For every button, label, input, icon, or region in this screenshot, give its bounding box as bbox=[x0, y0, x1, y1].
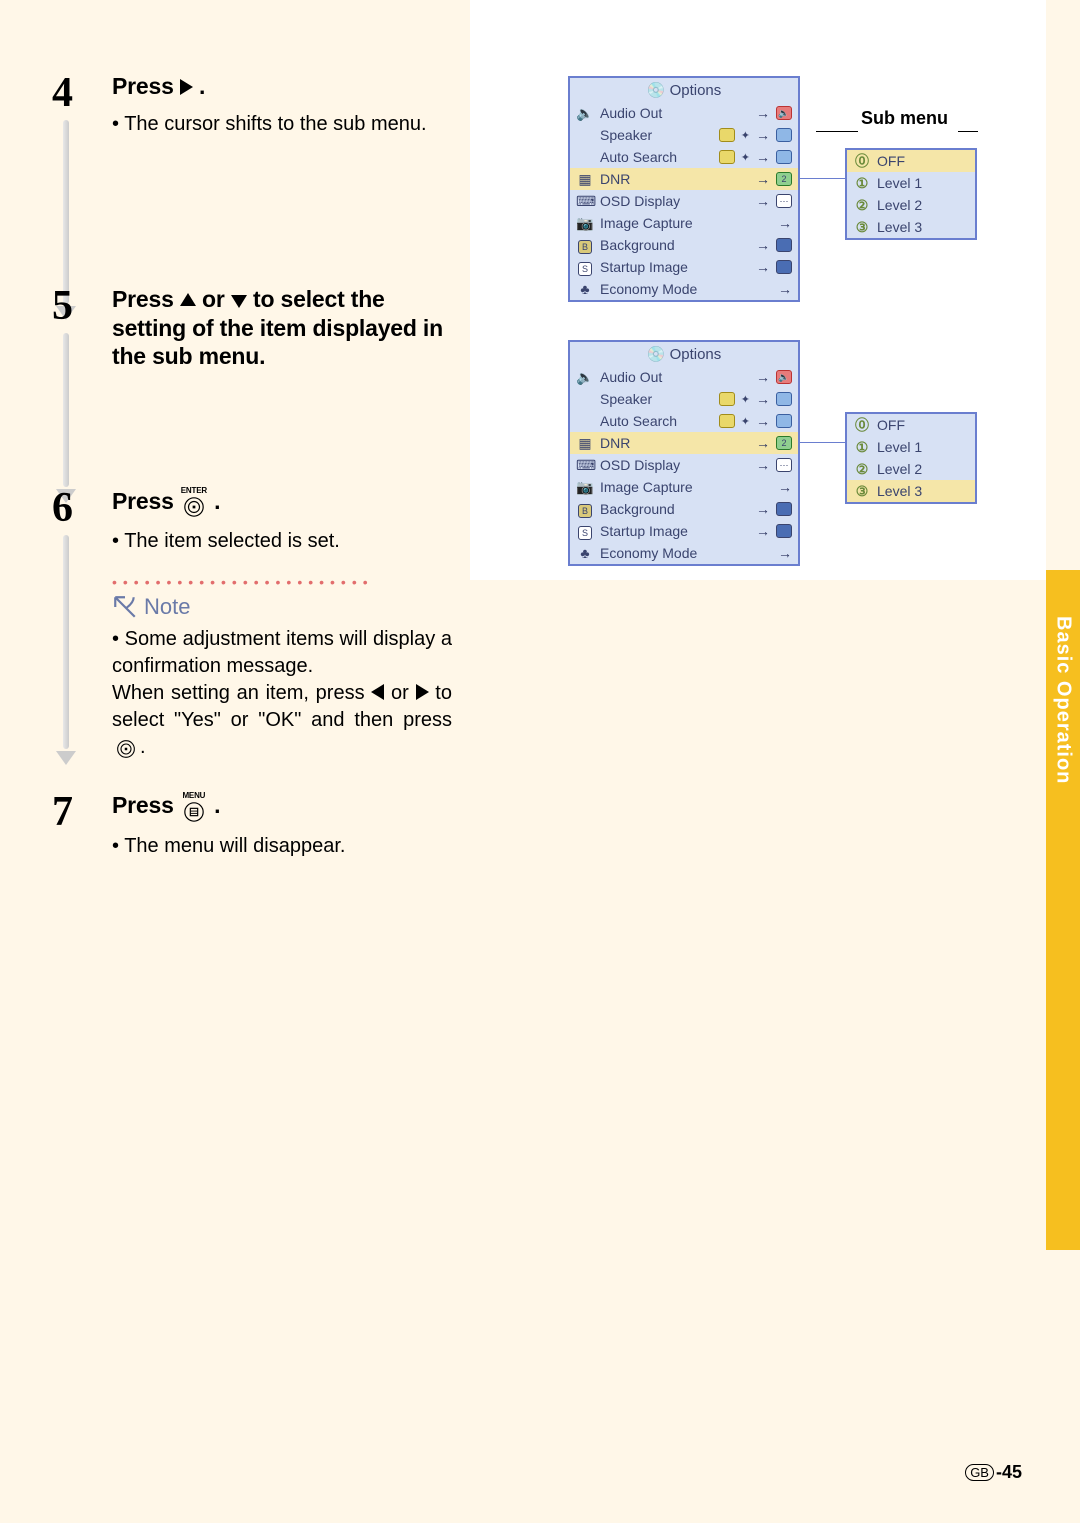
sub-menu-row: ②Level 2 bbox=[847, 194, 975, 216]
step-7-title-pre: Press bbox=[112, 792, 180, 818]
osd-row: ♣Economy Mode→ bbox=[570, 542, 798, 564]
step-5-number: 5 bbox=[52, 285, 108, 327]
step-5-number-wrap: 5 bbox=[52, 285, 108, 371]
step-6-title-pre: Press bbox=[112, 488, 180, 514]
step-4-title-pre: Press bbox=[112, 73, 180, 99]
osd-row: ▦DNR→2 bbox=[570, 168, 798, 190]
enter-button-icon: ENTER bbox=[180, 487, 208, 518]
sub-menu-line-left bbox=[816, 131, 858, 132]
osd-panel-bottom: 💿 Options 🔈Audio Out→🔈Speaker✦→Auto Sear… bbox=[568, 340, 800, 566]
note-body: Some adjustment items will display a con… bbox=[112, 626, 452, 761]
step-6-number-wrap: 6 bbox=[52, 487, 108, 761]
sub-menu-row: ③Level 3 bbox=[847, 216, 975, 238]
osd-panel-top: 💿 Options 🔈Audio Out→🔈Speaker✦→Auto Sear… bbox=[568, 76, 800, 302]
sub-panel-bottom: ⓪OFF①Level 1②Level 2③Level 3 bbox=[845, 412, 977, 504]
osd-row: 🔈Audio Out→🔈 bbox=[570, 102, 798, 124]
step-5-title-mid: or bbox=[196, 286, 231, 312]
step-7: 7 Press MENU . The menu will disappear. bbox=[52, 761, 452, 858]
osd-row: SStartup Image→ bbox=[570, 256, 798, 278]
step-7-number-wrap: 7 bbox=[52, 791, 108, 858]
enter-label: ENTER bbox=[180, 487, 208, 495]
step-6-number: 6 bbox=[52, 487, 108, 529]
step-4-number: 4 bbox=[52, 72, 108, 114]
osd-title-top-text: Options bbox=[670, 82, 722, 99]
left-arrow-icon bbox=[371, 684, 384, 700]
osd-row: Auto Search✦→ bbox=[570, 146, 798, 168]
manual-page: Basic Operation 4 Press . The cursor shi… bbox=[0, 0, 1080, 1523]
sub-menu-row: ③Level 3 bbox=[847, 480, 975, 502]
step-7-title-post: . bbox=[214, 792, 220, 818]
osd-row: 📷Image Capture→ bbox=[570, 212, 798, 234]
step-7-number: 7 bbox=[52, 791, 108, 833]
steps-column: 4 Press . The cursor shifts to the sub m… bbox=[52, 0, 452, 859]
osd-row: Speaker✦→ bbox=[570, 388, 798, 410]
sub-menu-label: Sub menu bbox=[861, 108, 948, 129]
connector-bottom bbox=[800, 442, 845, 443]
osd-title-bottom: 💿 Options bbox=[570, 342, 798, 366]
page-number-value: -45 bbox=[996, 1462, 1022, 1483]
note-line2-pre: When setting an item, press bbox=[112, 682, 371, 704]
page-code: GB bbox=[965, 1464, 994, 1481]
sub-menu-row: ②Level 2 bbox=[847, 458, 975, 480]
down-arrow-icon bbox=[231, 295, 247, 308]
step-4: 4 Press . The cursor shifts to the sub m… bbox=[52, 0, 452, 137]
section-tab: Basic Operation bbox=[1046, 570, 1080, 830]
step-5-title: Press or to select the setting of the it… bbox=[112, 285, 452, 371]
step-6-desc: The item selected is set. bbox=[112, 528, 452, 554]
menu-label: MENU bbox=[180, 792, 208, 800]
right-arrow-icon-2 bbox=[416, 684, 429, 700]
step-5: 5 Press or to select the setting of the … bbox=[52, 137, 452, 371]
osd-row: 🔈Audio Out→🔈 bbox=[570, 366, 798, 388]
note-box: •••••••••••••••••••••••• Note Some adjus… bbox=[112, 574, 452, 761]
osd-row: SStartup Image→ bbox=[570, 520, 798, 542]
step-6: 6 Press ENTER . The item selected is set… bbox=[52, 371, 452, 761]
sub-menu-row: ①Level 1 bbox=[847, 436, 975, 458]
step-4-number-wrap: 4 bbox=[52, 72, 108, 137]
osd-title-top: 💿 Options bbox=[570, 78, 798, 102]
note-heading: Note bbox=[112, 594, 452, 620]
step-4-desc: The cursor shifts to the sub menu. bbox=[112, 111, 452, 137]
step-6-title: Press ENTER . bbox=[112, 487, 452, 518]
osd-row: ♣Economy Mode→ bbox=[570, 278, 798, 300]
note-icon bbox=[112, 594, 138, 620]
step-5-title-pre: Press bbox=[112, 286, 180, 312]
note-line2-end: . bbox=[140, 736, 146, 758]
note-line1: Some adjustment items will display a con… bbox=[112, 628, 452, 677]
sub-menu-row: ⓪OFF bbox=[847, 414, 975, 436]
osd-row: BBackground→ bbox=[570, 234, 798, 256]
note-label: Note bbox=[144, 594, 190, 620]
osd-row: 📷Image Capture→ bbox=[570, 476, 798, 498]
right-arrow-icon bbox=[180, 79, 193, 95]
connector-top bbox=[800, 178, 845, 179]
section-tab-label: Basic Operation bbox=[1052, 616, 1075, 784]
sub-menu-line-right bbox=[958, 131, 978, 132]
osd-title-bottom-text: Options bbox=[670, 346, 722, 363]
sub-menu-row: ①Level 1 bbox=[847, 172, 975, 194]
step-6-title-post: . bbox=[214, 488, 220, 514]
osd-row: ▦DNR→2 bbox=[570, 432, 798, 454]
sub-menu-row: ⓪OFF bbox=[847, 150, 975, 172]
note-dots: •••••••••••••••••••••••• bbox=[112, 574, 452, 590]
step-6-arrow bbox=[56, 535, 76, 765]
menu-button-icon: MENU bbox=[180, 792, 208, 823]
up-arrow-icon bbox=[180, 293, 196, 306]
step-4-title: Press . bbox=[112, 72, 452, 101]
osd-row: Speaker✦→ bbox=[570, 124, 798, 146]
step-7-desc: The menu will disappear. bbox=[112, 833, 452, 859]
osd-row: ⌨OSD Display→⋯ bbox=[570, 190, 798, 212]
note-line2-mid: or bbox=[384, 682, 415, 704]
enter-button-icon-2 bbox=[112, 739, 140, 759]
osd-row: BBackground→ bbox=[570, 498, 798, 520]
osd-row: ⌨OSD Display→⋯ bbox=[570, 454, 798, 476]
step-4-title-post: . bbox=[193, 73, 205, 99]
page-number: GB-45 bbox=[965, 1462, 1022, 1483]
step-7-title: Press MENU . bbox=[112, 791, 452, 822]
osd-row: Auto Search✦→ bbox=[570, 410, 798, 432]
sub-panel-top: ⓪OFF①Level 1②Level 2③Level 3 bbox=[845, 148, 977, 240]
